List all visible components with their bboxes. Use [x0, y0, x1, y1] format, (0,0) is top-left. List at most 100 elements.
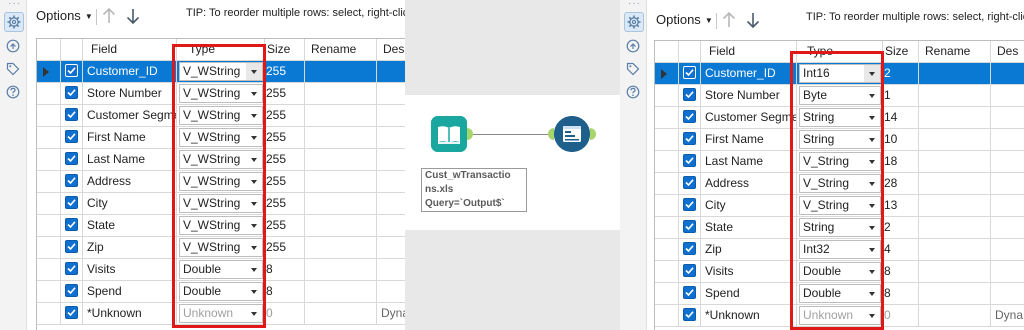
help-icon[interactable]: [4, 83, 22, 101]
type-dropdown[interactable]: Unknown: [799, 306, 881, 325]
field-name-cell[interactable]: Last Name: [701, 151, 797, 172]
rename-cell[interactable]: [305, 259, 377, 280]
input-data-tool[interactable]: [431, 116, 467, 152]
rename-cell[interactable]: [305, 303, 377, 324]
size-cell[interactable]: 255: [265, 127, 305, 148]
table-row[interactable]: Last Name V_WString 255: [37, 149, 405, 171]
field-checkbox[interactable]: [65, 152, 78, 165]
field-checkbox[interactable]: [683, 110, 696, 123]
row-selector[interactable]: [655, 195, 679, 216]
chevron-down-icon[interactable]: [864, 65, 880, 82]
size-cell[interactable]: 8: [265, 281, 305, 302]
type-dropdown[interactable]: V_String: [799, 152, 881, 171]
type-dropdown[interactable]: String: [799, 218, 881, 237]
size-cell[interactable]: 255: [265, 215, 305, 236]
row-selector[interactable]: [655, 173, 679, 194]
gear-icon[interactable]: [4, 12, 24, 32]
row-selector[interactable]: [655, 129, 679, 150]
tag-icon[interactable]: [624, 60, 642, 78]
header-field[interactable]: Field: [83, 39, 177, 60]
chevron-down-icon[interactable]: [246, 195, 262, 212]
size-cell[interactable]: 255: [265, 105, 305, 126]
description-cell[interactable]: [377, 83, 405, 104]
field-name-cell[interactable]: Store Number: [83, 83, 177, 104]
table-row[interactable]: Spend Double 8: [655, 283, 1024, 305]
table-row[interactable]: Zip V_WString 255: [37, 237, 405, 259]
type-dropdown[interactable]: Int16: [799, 64, 881, 83]
chevron-down-icon[interactable]: [246, 261, 262, 278]
type-dropdown[interactable]: V_WString: [179, 238, 263, 257]
rename-cell[interactable]: [305, 127, 377, 148]
arrow-up-icon[interactable]: [720, 10, 738, 30]
field-checkbox[interactable]: [683, 286, 696, 299]
rename-cell[interactable]: [919, 129, 991, 150]
description-cell[interactable]: [991, 239, 1024, 260]
field-name-cell[interactable]: Spend: [83, 281, 177, 302]
header-description[interactable]: Des: [991, 41, 1024, 62]
field-name-cell[interactable]: Address: [83, 171, 177, 192]
row-selector[interactable]: [37, 215, 61, 236]
description-cell[interactable]: [991, 261, 1024, 282]
rename-cell[interactable]: [919, 239, 991, 260]
field-name-cell[interactable]: City: [83, 193, 177, 214]
description-cell[interactable]: [991, 217, 1024, 238]
type-dropdown[interactable]: V_WString: [179, 150, 263, 169]
type-dropdown[interactable]: V_String: [799, 196, 881, 215]
description-cell[interactable]: [991, 283, 1024, 304]
field-name-cell[interactable]: First Name: [701, 129, 797, 150]
field-name-cell[interactable]: Address: [701, 173, 797, 194]
row-selector[interactable]: [37, 259, 61, 280]
description-cell[interactable]: [377, 105, 405, 126]
description-cell[interactable]: [991, 129, 1024, 150]
browse-tool[interactable]: [554, 116, 590, 152]
table-row[interactable]: Address V_WString 255: [37, 171, 405, 193]
description-cell[interactable]: [991, 107, 1024, 128]
type-dropdown[interactable]: Double: [799, 284, 881, 303]
size-cell[interactable]: 18: [883, 151, 919, 172]
rename-cell[interactable]: [305, 215, 377, 236]
chevron-down-icon[interactable]: [864, 175, 880, 192]
rename-cell[interactable]: [919, 195, 991, 216]
description-cell[interactable]: [991, 85, 1024, 106]
tag-icon[interactable]: [4, 60, 22, 78]
field-checkbox[interactable]: [683, 220, 696, 233]
header-field[interactable]: Field: [701, 41, 797, 62]
rename-cell[interactable]: [919, 63, 991, 84]
size-cell[interactable]: 255: [265, 193, 305, 214]
gear-icon[interactable]: [624, 12, 644, 32]
rename-cell[interactable]: [919, 173, 991, 194]
header-rename[interactable]: Rename: [919, 41, 991, 62]
chevron-down-icon[interactable]: [246, 85, 262, 102]
description-cell[interactable]: [991, 195, 1024, 216]
rename-cell[interactable]: [919, 283, 991, 304]
row-selector[interactable]: [37, 171, 61, 192]
header-type[interactable]: Type: [797, 41, 883, 62]
field-name-cell[interactable]: State: [701, 217, 797, 238]
size-cell[interactable]: 8: [883, 283, 919, 304]
description-cell[interactable]: [991, 63, 1024, 84]
rename-cell[interactable]: [919, 107, 991, 128]
options-menu-button[interactable]: Options ▼: [36, 8, 93, 23]
table-row[interactable]: Store Number Byte 1: [655, 85, 1024, 107]
description-cell[interactable]: [377, 237, 405, 258]
size-cell[interactable]: 0: [265, 303, 305, 324]
type-dropdown[interactable]: V_WString: [179, 128, 263, 147]
rename-cell[interactable]: [305, 61, 377, 82]
field-checkbox[interactable]: [683, 88, 696, 101]
field-checkbox[interactable]: [65, 130, 78, 143]
table-row[interactable]: Address V_String 28: [655, 173, 1024, 195]
field-checkbox[interactable]: [683, 176, 696, 189]
field-name-cell[interactable]: *Unknown: [701, 305, 797, 326]
size-cell[interactable]: 255: [265, 61, 305, 82]
table-row[interactable]: Spend Double 8: [37, 281, 405, 303]
field-name-cell[interactable]: Zip: [83, 237, 177, 258]
rename-cell[interactable]: [305, 105, 377, 126]
row-selector[interactable]: [655, 85, 679, 106]
size-cell[interactable]: 0: [883, 305, 919, 326]
chevron-down-icon[interactable]: [864, 131, 880, 148]
header-size[interactable]: Size: [883, 41, 919, 62]
field-name-cell[interactable]: First Name: [83, 127, 177, 148]
anchor-icon[interactable]: [4, 37, 22, 55]
field-checkbox[interactable]: [65, 240, 78, 253]
size-cell[interactable]: 255: [265, 83, 305, 104]
